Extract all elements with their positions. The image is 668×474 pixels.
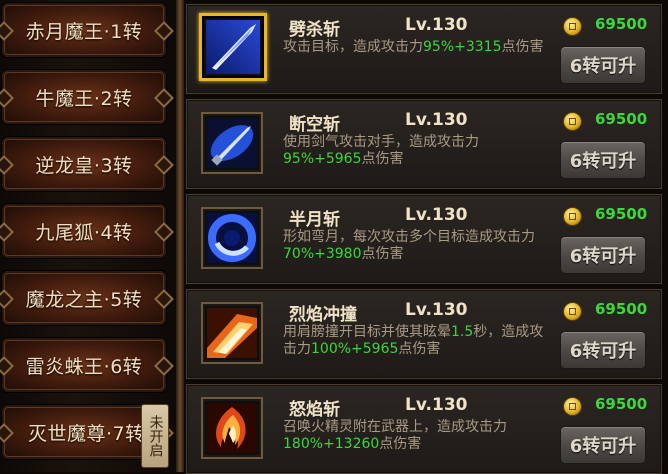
sidebar-tab-label: 魔龙之主·5转 <box>25 288 143 311</box>
skill-level: Lv.130 <box>405 15 468 35</box>
description-text: 点伤害 <box>398 341 441 357</box>
skill-name: 烈焰冲撞 <box>289 305 357 325</box>
skill-row[interactable]: 半月斩 Lv.130 形如弯月，每次攻击多个目标造成攻击力70%+3980点伤害… <box>186 194 662 284</box>
description-text: 形如弯月，每次攻击多个目标造成攻击力 <box>283 229 535 245</box>
skill-name: 半月斩 <box>289 210 340 230</box>
sidebar-tab-label: 雷炎蛛王·6转 <box>25 355 143 378</box>
description-text: 攻击目标，造成攻击力 <box>283 39 423 55</box>
sword-slash-icon <box>206 20 260 74</box>
damage-value: 95%+5965 <box>283 151 362 167</box>
skill-level: Lv.130 <box>405 395 468 415</box>
skill-level: Lv.130 <box>405 300 468 320</box>
sidebar-tab-label: 牛魔王·2转 <box>35 87 133 110</box>
skill-icon-frame[interactable] <box>201 207 263 269</box>
skill-row[interactable]: 劈杀斩 Lv.130 攻击目标，造成攻击力95%+3315点伤害 69500 6… <box>186 4 662 94</box>
stun-duration: 1.5 <box>451 324 474 340</box>
damage-value: 70%+3980 <box>283 246 362 262</box>
skill-name: 断空斩 <box>289 115 340 135</box>
description-text: 点伤害 <box>379 436 422 452</box>
crescent-slash-icon <box>207 213 257 263</box>
description-text: 点伤害 <box>501 39 544 55</box>
sidebar-tab-3[interactable]: 逆龙皇·3转 <box>2 137 166 191</box>
sidebar-tab-label: 赤月魔王·1转 <box>25 20 143 43</box>
gold-coin-icon <box>563 302 582 321</box>
skill-description: 使用剑气攻击对手，造成攻击力95%+5965点伤害 <box>283 134 545 168</box>
sidebar-tab-label: 九尾狐·4转 <box>35 221 133 244</box>
upgrade-cost: 69500 <box>595 300 648 318</box>
skill-description: 用肩膀撞开目标并使其眩晕1.5秒，造成攻击力100%+5965点伤害 <box>283 324 545 358</box>
sidebar-tab-1[interactable]: 赤月魔王·1转 <box>2 3 166 57</box>
upgrade-cost: 69500 <box>595 395 648 413</box>
skill-row[interactable]: 怒焰斩 Lv.130 召唤火精灵附在武器上，造成攻击力180%+13260点伤害… <box>186 384 662 474</box>
description-text: 点伤害 <box>361 151 404 167</box>
description-text: 用肩膀撞开目标并使其眩晕 <box>283 324 451 340</box>
flame-charge-icon <box>207 308 257 358</box>
sidebar-tab-label: 逆龙皇·3转 <box>35 154 133 177</box>
upgrade-button[interactable]: 6转可升 <box>560 426 646 464</box>
damage-value: 180%+13260 <box>283 436 380 452</box>
gold-coin-icon <box>563 207 582 226</box>
description-text: 点伤害 <box>361 246 404 262</box>
skill-level: Lv.130 <box>405 110 468 130</box>
sword-beam-icon <box>207 118 257 168</box>
damage-value: 100%+5965 <box>311 341 399 357</box>
upgrade-button[interactable]: 6转可升 <box>560 236 646 274</box>
skill-icon-frame[interactable] <box>201 302 263 364</box>
panel-divider <box>176 0 184 472</box>
description-text: 召唤火精灵附在武器上，造成攻击力 <box>283 419 507 435</box>
skill-description: 攻击目标，造成攻击力95%+3315点伤害 <box>283 39 545 56</box>
skill-name: 怒焰斩 <box>289 400 340 420</box>
skill-icon-frame[interactable] <box>201 397 263 459</box>
skill-level: Lv.130 <box>405 205 468 225</box>
skill-name: 劈杀斩 <box>289 20 340 40</box>
flame-sword-icon <box>207 403 257 453</box>
upgrade-cost: 69500 <box>595 15 648 33</box>
upgrade-cost: 69500 <box>595 205 648 223</box>
upgrade-button[interactable]: 6转可升 <box>560 46 646 84</box>
sidebar-tab-5[interactable]: 魔龙之主·5转 <box>2 271 166 325</box>
sidebar-tab-4[interactable]: 九尾狐·4转 <box>2 204 166 258</box>
sidebar-tab-6[interactable]: 雷炎蛛王·6转 <box>2 338 166 392</box>
gold-coin-icon <box>563 112 582 131</box>
gold-coin-icon <box>563 397 582 416</box>
damage-value: 95%+3315 <box>423 39 502 55</box>
sidebar-tab-label: 灭世魔尊·7转 <box>28 422 145 445</box>
upgrade-cost: 69500 <box>595 110 648 128</box>
skill-description: 召唤火精灵附在武器上，造成攻击力180%+13260点伤害 <box>283 419 545 453</box>
description-text: 使用剑气攻击对手，造成攻击力 <box>283 134 479 150</box>
gold-coin-icon <box>563 17 582 36</box>
transformation-sidebar: 赤月魔王·1转 牛魔王·2转 逆龙皇·3转 九尾狐·4转 魔龙之主·5转 雷炎蛛… <box>0 0 182 472</box>
skill-row[interactable]: 烈焰冲撞 Lv.130 用肩膀撞开目标并使其眩晕1.5秒，造成攻击力100%+5… <box>186 289 662 379</box>
sidebar-tab-2[interactable]: 牛魔王·2转 <box>2 70 166 124</box>
upgrade-button[interactable]: 6转可升 <box>560 141 646 179</box>
skill-row[interactable]: 断空斩 Lv.130 使用剑气攻击对手，造成攻击力95%+5965点伤害 695… <box>186 99 662 189</box>
upgrade-button[interactable]: 6转可升 <box>560 331 646 369</box>
skill-icon-frame[interactable] <box>199 13 267 81</box>
skill-icon-frame[interactable] <box>201 112 263 174</box>
locked-badge: 未开启 <box>141 404 169 468</box>
skill-description: 形如弯月，每次攻击多个目标造成攻击力70%+3980点伤害 <box>283 229 545 263</box>
